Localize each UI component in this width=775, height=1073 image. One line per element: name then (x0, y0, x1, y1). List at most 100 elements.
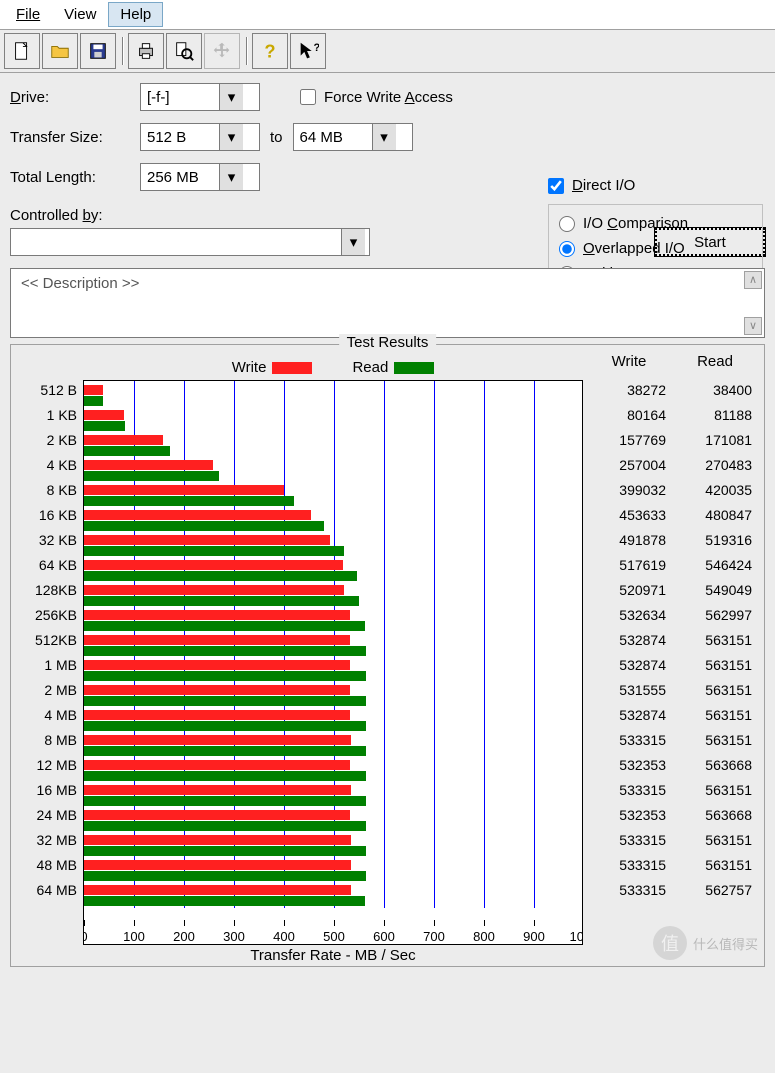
x-tick-label: 900 (523, 929, 545, 944)
bar-read (84, 746, 366, 756)
transfer-to-combo[interactable]: ▾ (293, 123, 413, 151)
bar-write (84, 560, 343, 570)
y-label: 4 MB (17, 707, 83, 732)
write-value: 453633 (592, 507, 666, 532)
form-area: Drive: ▾ Force Write Access Transfer Siz… (0, 73, 540, 207)
bar-write (84, 385, 103, 395)
read-value: 270483 (678, 457, 752, 482)
drive-combo[interactable]: ▾ (140, 83, 260, 111)
write-value: 532874 (592, 632, 666, 657)
read-value: 562997 (678, 607, 752, 632)
radio-overlapped-io-input[interactable] (559, 241, 575, 257)
radio-overlapped-io[interactable]: Overlapped I/O (559, 236, 752, 261)
write-value: 532353 (592, 757, 666, 782)
toolbar-new-button[interactable] (4, 33, 40, 69)
y-label: 8 MB (17, 732, 83, 757)
folder-open-icon (49, 40, 71, 62)
read-value: 480847 (678, 507, 752, 532)
bar-write (84, 760, 350, 770)
chart-x-title: Transfer Rate - MB / Sec (83, 945, 583, 964)
toolbar-save-button[interactable] (80, 33, 116, 69)
transfer-from-combo[interactable]: ▾ (140, 123, 260, 151)
x-tick-label: 400 (273, 929, 295, 944)
write-value: 532353 (592, 807, 666, 832)
chevron-down-icon: ▾ (341, 229, 365, 255)
menu-view[interactable]: View (52, 2, 108, 27)
bar-read (84, 471, 219, 481)
direct-io-input[interactable] (548, 178, 564, 194)
bar-read (84, 896, 365, 906)
bar-write (84, 585, 344, 595)
description-textarea[interactable]: << Description >> ∧ ∨ (10, 268, 765, 338)
direct-io-checkbox[interactable]: Direct I/O (548, 177, 763, 194)
write-value: 520971 (592, 582, 666, 607)
chevron-down-icon: ▾ (219, 124, 243, 150)
bar-read (84, 646, 366, 656)
toolbar-print-preview-button[interactable] (166, 33, 202, 69)
x-tick-label: 0 (83, 929, 88, 944)
y-label: 1 KB (17, 407, 83, 432)
toolbar-move-button[interactable] (204, 33, 240, 69)
transfer-to-value[interactable] (294, 129, 372, 146)
test-results-group: Test Results Write Read Write Read 512 B… (10, 344, 765, 967)
bar-read (84, 621, 365, 631)
to-label: to (260, 129, 293, 146)
col-head-read: Read (678, 353, 752, 380)
force-write-access-checkbox[interactable]: Force Write Access (300, 89, 453, 106)
write-value: 157769 (592, 432, 666, 457)
drive-value[interactable] (141, 89, 219, 106)
toolbar-print-button[interactable] (128, 33, 164, 69)
toolbar-help-button[interactable]: ? (252, 33, 288, 69)
bar-read (84, 521, 324, 531)
read-value: 519316 (678, 532, 752, 557)
read-value: 420035 (678, 482, 752, 507)
total-length-value[interactable] (141, 169, 219, 186)
bar-write (84, 635, 350, 645)
write-value: 491878 (592, 532, 666, 557)
toolbar: ? ? (0, 30, 775, 73)
y-label: 128KB (17, 582, 83, 607)
read-value: 563151 (678, 857, 752, 882)
write-value: 399032 (592, 482, 666, 507)
new-file-icon (11, 40, 33, 62)
read-value: 549049 (678, 582, 752, 607)
drive-label: Drive: (10, 89, 140, 106)
controlled-by-value[interactable] (11, 234, 341, 251)
write-value: 532874 (592, 657, 666, 682)
toolbar-open-button[interactable] (42, 33, 78, 69)
bar-write (84, 860, 351, 870)
y-label: 512KB (17, 632, 83, 657)
y-label: 1 MB (17, 657, 83, 682)
scroll-up-icon[interactable]: ∧ (744, 271, 762, 289)
menu-help[interactable]: Help (108, 2, 163, 27)
read-values-column: 3840081188171081270483420035480847519316… (678, 382, 752, 945)
total-length-combo[interactable]: ▾ (140, 163, 260, 191)
bar-write (84, 885, 351, 895)
bar-read (84, 546, 344, 556)
write-value: 533315 (592, 832, 666, 857)
y-label: 24 MB (17, 807, 83, 832)
bar-read (84, 846, 366, 856)
radio-io-comparison[interactable]: I/O Comparison (559, 211, 752, 236)
scroll-down-icon[interactable]: ∨ (744, 317, 762, 335)
force-write-access-label: Force Write Access (324, 89, 453, 106)
force-write-access-input[interactable] (300, 89, 316, 105)
controlled-by-combo[interactable]: ▾ (10, 228, 370, 256)
toolbar-whatsthis-button[interactable]: ? (290, 33, 326, 69)
read-value: 563151 (678, 632, 752, 657)
transfer-from-value[interactable] (141, 129, 219, 146)
menu-file[interactable]: File (4, 2, 52, 27)
write-value: 533315 (592, 882, 666, 907)
bar-write (84, 610, 350, 620)
radio-io-comparison-input[interactable] (559, 216, 575, 232)
write-value: 531555 (592, 682, 666, 707)
write-value: 517619 (592, 557, 666, 582)
help-icon: ? (259, 40, 281, 62)
read-value: 562757 (678, 882, 752, 907)
bar-read (84, 496, 294, 506)
write-value: 257004 (592, 457, 666, 482)
read-value: 563151 (678, 657, 752, 682)
chart-plot-area: 01002003004005006007008009001000 (83, 380, 583, 945)
x-tick-label: 300 (223, 929, 245, 944)
read-value: 563151 (678, 732, 752, 757)
